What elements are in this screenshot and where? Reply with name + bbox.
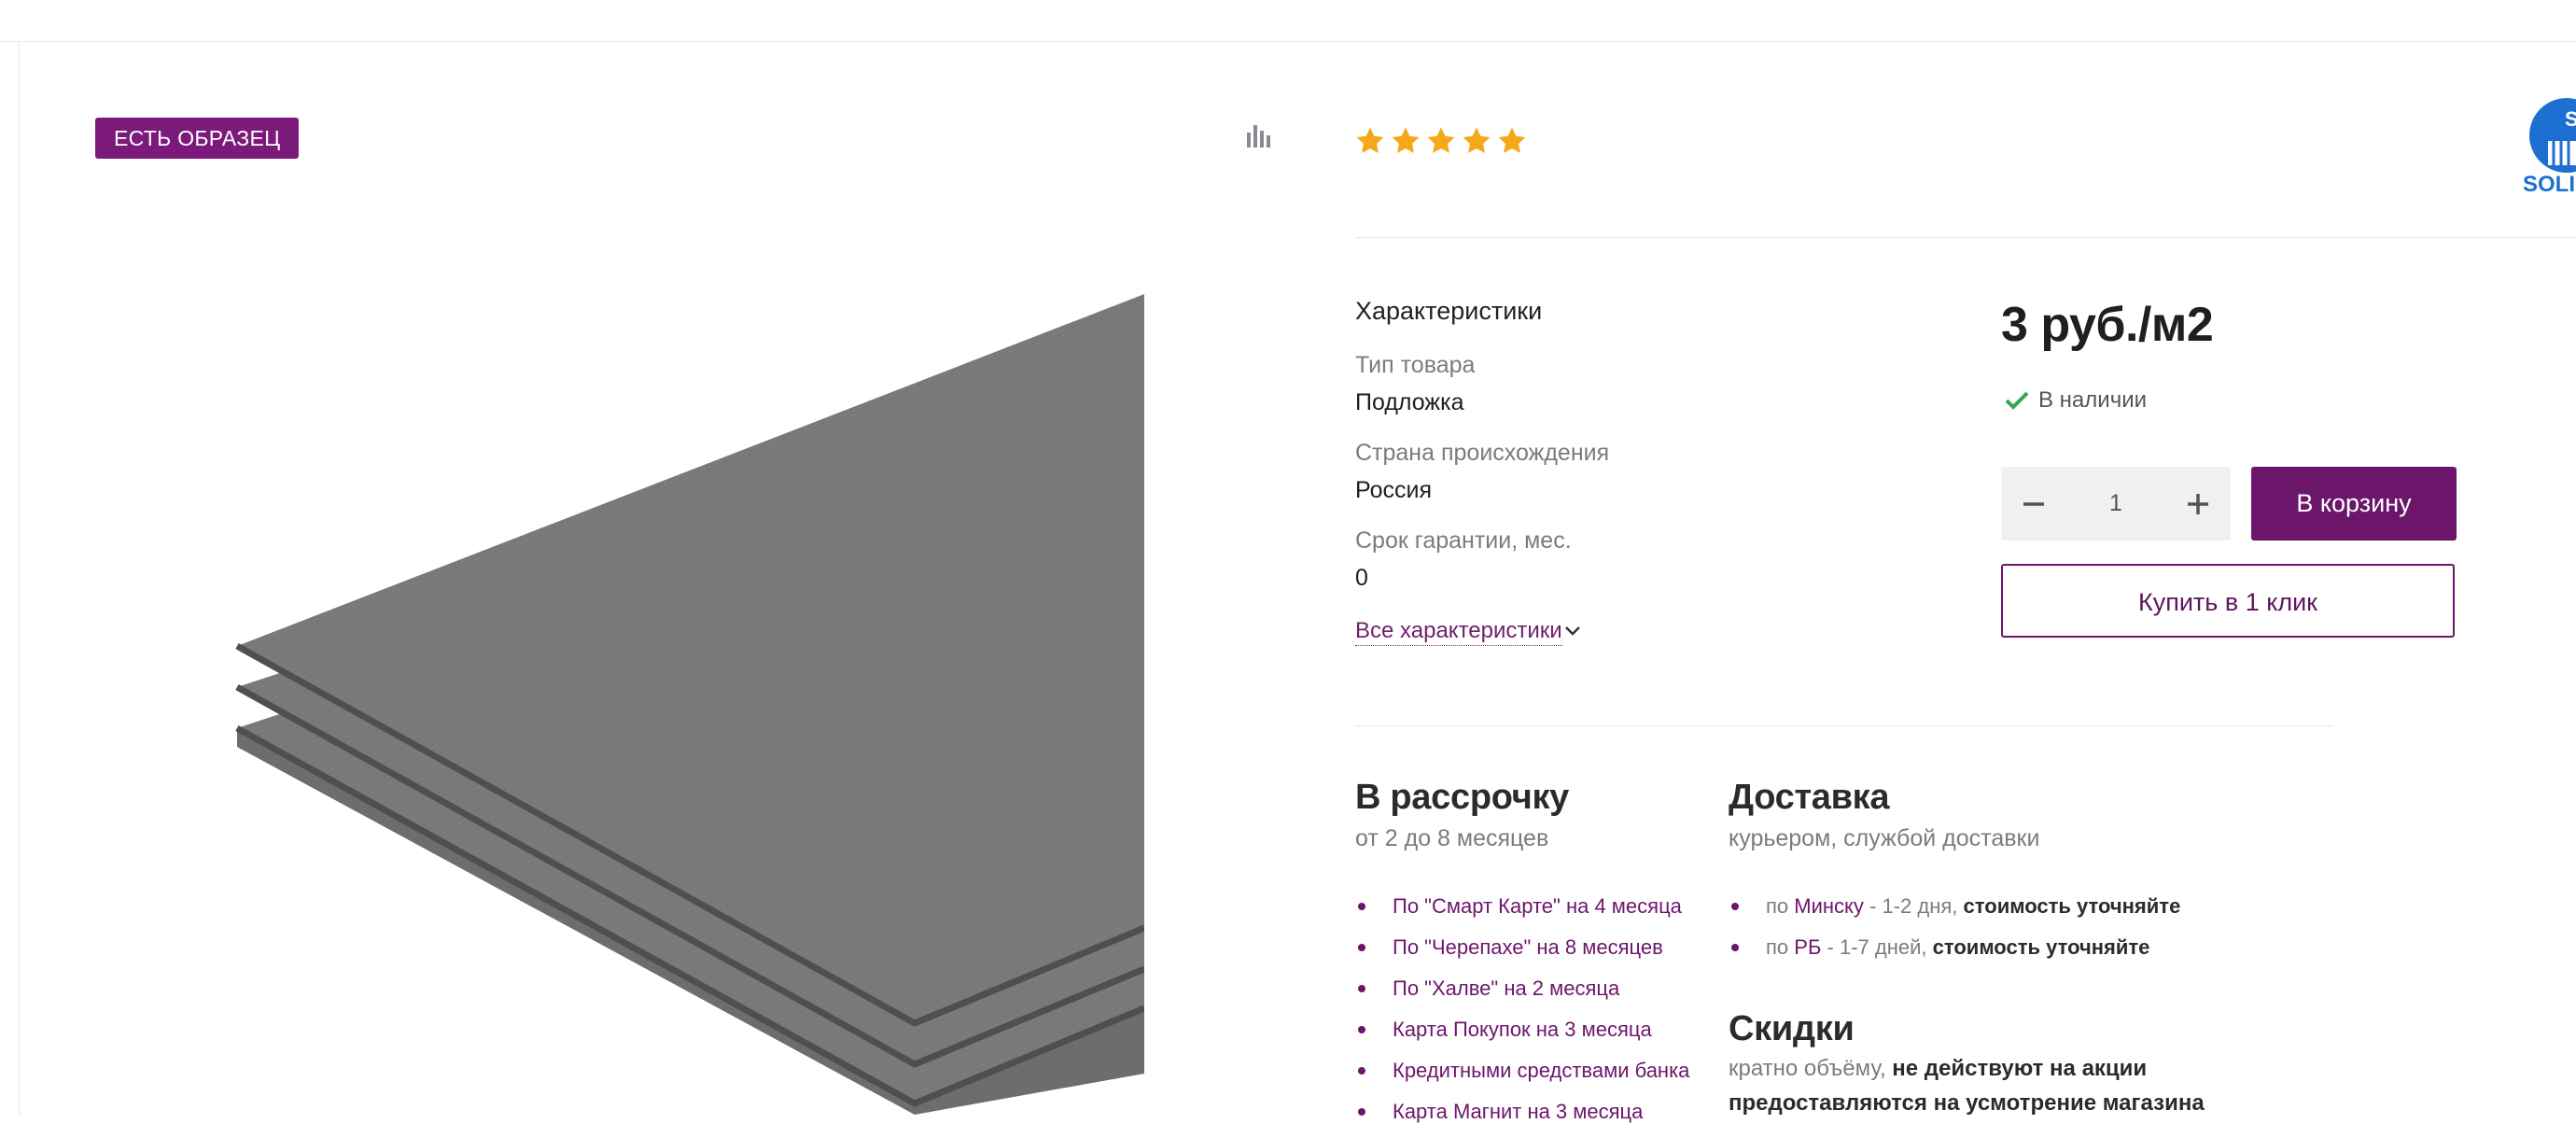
list-item[interactable]: Карта Магнит на 3 месяца <box>1355 1097 1689 1138</box>
rating-stars <box>1354 125 1528 157</box>
buy-one-click-button[interactable]: Купить в 1 клик <box>2001 564 2455 638</box>
delivery-subtitle: курьером, службой доставки <box>1729 825 2040 851</box>
product-image <box>235 294 1144 1115</box>
svg-text:SOLI: SOLI <box>2523 172 2575 197</box>
discounts-text: кратно объёму, не действуют на акции <box>1729 1056 2148 1081</box>
list-item[interactable]: По "Смарт Карте" на 4 месяца <box>1355 892 1689 933</box>
spec-label-country: Страна происхождения <box>1355 440 1610 466</box>
check-icon <box>2005 391 2029 410</box>
spec-value-country: Россия <box>1355 477 1432 503</box>
spec-value-warranty: 0 <box>1355 565 1368 591</box>
quantity-stepper: 1 <box>2001 467 2231 541</box>
minus-icon[interactable] <box>2001 467 2066 541</box>
product-price: 3 руб./м2 <box>2001 298 2214 352</box>
list-item: по Минску - 1-2 дня, стоимость уточняйте <box>1729 892 2180 933</box>
quantity-input[interactable]: 1 <box>2066 467 2165 541</box>
discounts-text-2: предоставляются на усмотрение магазина <box>1729 1090 2205 1116</box>
list-item[interactable]: По "Черепахе" на 8 месяцев <box>1355 933 1689 974</box>
chevron-down-icon[interactable] <box>1563 625 1582 638</box>
spec-label-type: Тип товара <box>1355 352 1476 378</box>
add-to-cart-button[interactable]: В корзину <box>2251 467 2457 541</box>
list-item[interactable]: Кредитными средствами банка <box>1355 1056 1689 1097</box>
list-item[interactable]: Карта Покупок на 3 месяца <box>1355 1015 1689 1056</box>
divider <box>1355 237 2576 238</box>
star-icon <box>1427 127 1455 153</box>
star-icon <box>1392 127 1420 153</box>
top-border <box>0 0 2576 42</box>
installment-title: В рассрочку <box>1355 778 1570 817</box>
installment-subtitle: от 2 до 8 месяцев <box>1355 825 1549 851</box>
sample-badge: ЕСТЬ ОБРАЗЕЦ <box>95 118 300 159</box>
divider <box>1355 725 2333 726</box>
specs-title: Характеристики <box>1355 297 1543 325</box>
discounts-title: Скидки <box>1729 1009 1855 1048</box>
star-icon <box>1356 127 1384 153</box>
brand-logo[interactable]: S SOLI <box>2520 98 2576 201</box>
spec-label-warranty: Срок гарантии, мес. <box>1355 527 1572 554</box>
delivery-list: по Минску - 1-2 дня, стоимость уточняйте… <box>1729 892 2180 974</box>
all-specs-link[interactable]: Все характеристики <box>1355 618 1562 646</box>
plus-icon[interactable] <box>2165 467 2231 541</box>
stock-status: В наличии <box>2038 387 2148 413</box>
star-icon <box>1463 127 1491 153</box>
compare-icon[interactable] <box>1245 123 1273 148</box>
star-icon <box>1498 127 1526 153</box>
spec-value-type: Подложка <box>1355 389 1464 415</box>
list-item: по РБ - 1-7 дней, стоимость уточняйте <box>1729 933 2180 974</box>
list-item[interactable]: По "Халве" на 2 месяца <box>1355 974 1689 1015</box>
installment-list: По "Смарт Карте" на 4 месяца По "Черепах… <box>1355 892 1689 1138</box>
delivery-title: Доставка <box>1729 778 1890 817</box>
svg-text:S: S <box>2565 107 2576 131</box>
